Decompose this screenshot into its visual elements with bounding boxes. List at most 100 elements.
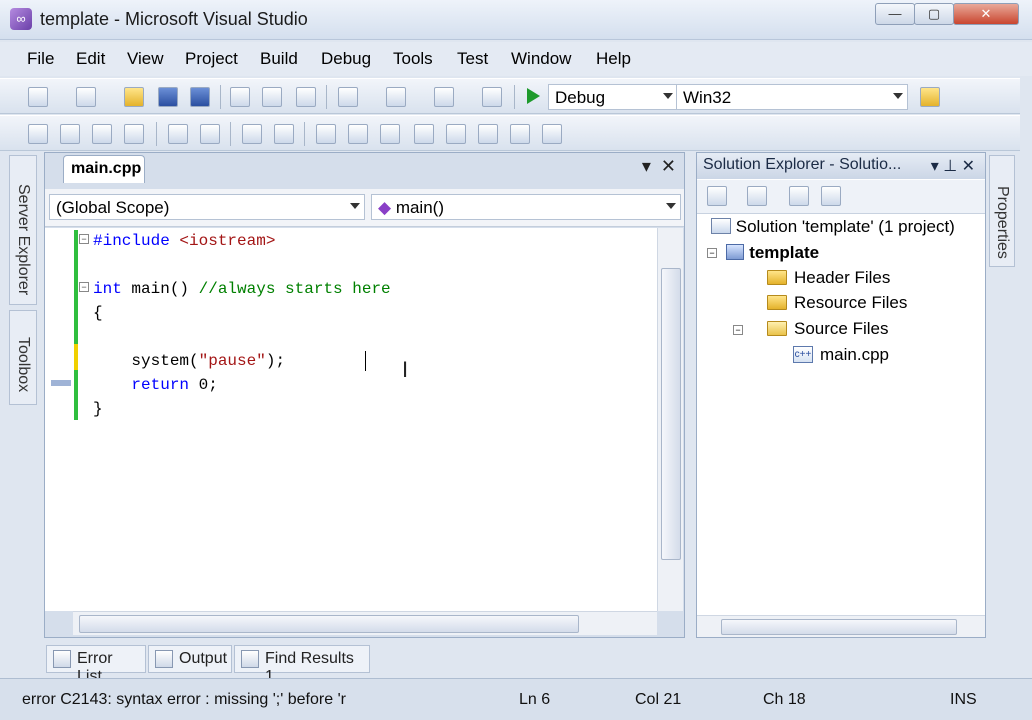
- view-code-icon[interactable]: [789, 186, 809, 206]
- code-line-7: return 0;: [131, 376, 218, 394]
- start-debugging-icon[interactable]: [527, 88, 540, 104]
- tree-project[interactable]: − template: [707, 243, 819, 263]
- member-combo[interactable]: ◆ main(): [371, 194, 681, 220]
- next-bookmark-folder-icon[interactable]: [446, 124, 466, 144]
- tree-header-files[interactable]: Header Files: [794, 268, 890, 288]
- error-marker-icon: [51, 380, 71, 386]
- scroll-thumb[interactable]: [721, 619, 957, 635]
- horizontal-scrollbar[interactable]: [73, 611, 657, 635]
- copy-icon[interactable]: [262, 87, 282, 107]
- title-bar: ∞ template - Microsoft Visual Studio — ▢…: [0, 0, 1032, 40]
- object-browser-icon[interactable]: [28, 124, 48, 144]
- ibeam-cursor-icon: I: [402, 357, 409, 382]
- collapse-icon[interactable]: −: [79, 234, 89, 244]
- method-icon: ◆: [378, 198, 392, 217]
- clear-bookmarks-icon[interactable]: [542, 124, 562, 144]
- add-item-icon[interactable]: [76, 87, 96, 107]
- menu-edit[interactable]: Edit: [76, 49, 105, 69]
- tab-main-cpp[interactable]: main.cpp: [63, 155, 145, 183]
- minimize-button[interactable]: —: [875, 3, 915, 25]
- menu-bar: File Edit View Project Build Debug Tools…: [0, 42, 1032, 76]
- navigate-forward-icon[interactable]: [482, 87, 502, 107]
- class-view-icon[interactable]: [821, 186, 841, 206]
- cpp-file-icon: c++: [793, 346, 813, 363]
- save-all-icon[interactable]: [190, 87, 210, 107]
- toolbox-tab[interactable]: Toolbox: [9, 310, 37, 405]
- maximize-button[interactable]: ▢: [914, 3, 954, 25]
- server-explorer-tab[interactable]: Server Explorer: [9, 155, 37, 305]
- document-window-controls: ▾ ✕: [642, 156, 676, 177]
- status-character: Ch 18: [763, 691, 806, 708]
- horizontal-scrollbar[interactable]: [697, 615, 985, 637]
- increase-indent-icon[interactable]: [200, 124, 220, 144]
- scope-combo[interactable]: (Global Scope): [49, 194, 365, 220]
- solution-configuration-combo[interactable]: Debug: [548, 84, 678, 110]
- previous-bookmark-folder-icon[interactable]: [414, 124, 434, 144]
- decrease-indent-icon[interactable]: [168, 124, 188, 144]
- server-explorer-label: Server Explorer: [15, 184, 32, 296]
- member-value: main(): [395, 198, 444, 217]
- show-all-files-icon[interactable]: [747, 186, 767, 206]
- code-editor-panel: main.cpp ▾ ✕ (Global Scope) ◆ main() − −…: [44, 152, 685, 638]
- tab-output[interactable]: Output: [148, 645, 232, 673]
- open-file-icon[interactable]: [124, 87, 144, 107]
- vertical-scrollbar[interactable]: [657, 228, 683, 611]
- paste-icon[interactable]: [296, 87, 316, 107]
- chevron-down-icon[interactable]: ▾: [642, 156, 651, 176]
- menu-view[interactable]: View: [127, 49, 164, 69]
- next-bookmark-document-icon[interactable]: [510, 124, 530, 144]
- scope-value: (Global Scope): [56, 198, 170, 217]
- complete-word-icon[interactable]: [124, 124, 144, 144]
- menu-project[interactable]: Project: [185, 49, 238, 69]
- menu-window[interactable]: Window: [511, 49, 571, 69]
- tab-error-list[interactable]: Error List: [46, 645, 146, 685]
- comment-out-icon[interactable]: [242, 124, 262, 144]
- find-in-files-icon[interactable]: [920, 87, 940, 107]
- close-icon[interactable]: ✕: [962, 158, 975, 175]
- uncomment-icon[interactable]: [274, 124, 294, 144]
- parameter-info-icon[interactable]: [60, 124, 80, 144]
- solution-platform-combo[interactable]: Win32: [676, 84, 908, 110]
- quick-info-icon[interactable]: [92, 124, 112, 144]
- collapse-icon[interactable]: −: [733, 325, 743, 335]
- cut-icon[interactable]: [230, 87, 250, 107]
- navigate-backward-icon[interactable]: [434, 87, 454, 107]
- previous-bookmark-document-icon[interactable]: [478, 124, 498, 144]
- project-icon: [726, 244, 745, 260]
- close-icon[interactable]: ✕: [661, 156, 676, 176]
- collapse-icon[interactable]: −: [79, 282, 89, 292]
- next-bookmark-icon[interactable]: [380, 124, 400, 144]
- menu-tools[interactable]: Tools: [393, 49, 433, 69]
- scroll-thumb[interactable]: [661, 268, 681, 560]
- menu-debug[interactable]: Debug: [321, 49, 371, 69]
- pin-icon[interactable]: ⊥: [943, 158, 957, 175]
- tree-main-cpp[interactable]: main.cpp: [820, 345, 889, 365]
- new-project-icon[interactable]: [28, 87, 48, 107]
- chevron-down-icon[interactable]: ▾: [931, 158, 939, 175]
- platform-value: Win32: [683, 88, 732, 107]
- output-icon: [155, 650, 173, 668]
- menu-help[interactable]: Help: [596, 49, 631, 69]
- tree-resource-files[interactable]: Resource Files: [794, 293, 907, 313]
- menu-file[interactable]: File: [27, 49, 54, 69]
- folder-icon: [767, 295, 787, 310]
- toggle-bookmark-icon[interactable]: [316, 124, 336, 144]
- previous-bookmark-icon[interactable]: [348, 124, 368, 144]
- close-button[interactable]: ✕: [953, 3, 1019, 25]
- redo-icon[interactable]: [386, 87, 406, 107]
- project-label: template: [749, 243, 820, 262]
- save-icon[interactable]: [158, 87, 178, 107]
- collapse-icon[interactable]: −: [707, 248, 717, 258]
- code-text-area[interactable]: − − #include <iostream> int main() //alw…: [45, 228, 657, 611]
- tab-find-results[interactable]: Find Results 1: [234, 645, 370, 685]
- undo-icon[interactable]: [338, 87, 358, 107]
- properties-icon[interactable]: [707, 186, 727, 206]
- tree-solution[interactable]: Solution 'template' (1 project): [711, 217, 955, 237]
- menu-test[interactable]: Test: [457, 49, 488, 69]
- code-line-3: int main() //always starts here: [93, 280, 391, 298]
- scroll-thumb[interactable]: [79, 615, 579, 633]
- tree-source-files[interactable]: Source Files: [794, 319, 888, 339]
- properties-tab[interactable]: Properties: [989, 155, 1015, 267]
- open-folder-icon: [767, 321, 787, 336]
- menu-build[interactable]: Build: [260, 49, 298, 69]
